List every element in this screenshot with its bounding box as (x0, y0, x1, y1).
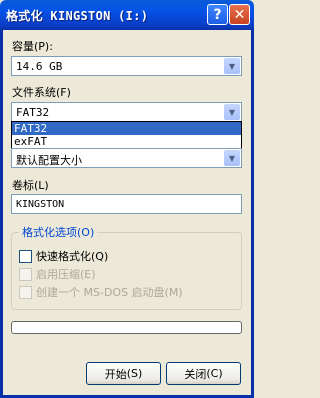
allocation-size-select[interactable]: 默认配置大小 ▼ (11, 148, 242, 168)
volume-label-text: 卷标 (12, 179, 34, 192)
compression-label: 启用压缩(E) (36, 266, 96, 282)
volume-label-mnemonic: (L) (34, 179, 49, 192)
msdos-startup-mnemonic: (M) (164, 286, 183, 299)
filesystem-option-exfat[interactable]: exFAT (12, 135, 241, 148)
filesystem-value: FAT32 (16, 106, 50, 119)
title-bar[interactable]: 格式化 KINGSTON (I:) ? ✕ (0, 0, 254, 30)
compression-mnemonic: (E) (80, 268, 96, 281)
capacity-label-text: 容量 (12, 40, 34, 53)
format-progress-bar (11, 321, 242, 334)
filesystem-select[interactable]: FAT32 ▼ (11, 102, 242, 122)
msdos-startup-checkbox (19, 285, 32, 299)
format-options-title-text: 格式化选项 (22, 226, 77, 239)
chevron-down-icon[interactable]: ▼ (224, 104, 240, 120)
format-options-mnemonic: (O) (77, 226, 95, 239)
quick-format-option[interactable]: 快速格式化(Q) (19, 248, 108, 264)
capacity-mnemonic: (P): (34, 40, 53, 53)
window-title: 格式化 KINGSTON (I:) (6, 9, 149, 23)
quick-format-mnemonic: (Q) (91, 250, 109, 263)
volume-label-field[interactable] (11, 194, 242, 214)
filesystem-mnemonic: (F) (56, 86, 71, 99)
volume-label-caption: 卷标(L) (12, 177, 49, 193)
close-button-mnemonic: (C) (206, 367, 223, 380)
close-window-button[interactable]: ✕ (229, 4, 250, 25)
window-frame-right (251, 30, 254, 398)
capacity-select[interactable]: 14.6 GB ▼ (11, 56, 242, 76)
msdos-startup-option: 创建一个 MS-DOS 启动盘(M) (19, 284, 183, 300)
compression-label-text: 启用压缩 (36, 268, 80, 281)
chevron-down-icon[interactable]: ▼ (224, 58, 240, 74)
close-icon: ✕ (233, 6, 246, 23)
start-button[interactable]: 开始 (S) (86, 362, 161, 385)
volume-label-input[interactable] (12, 195, 241, 213)
filesystem-option-fat32[interactable]: FAT32 (12, 122, 241, 135)
quick-format-label-text: 快速格式化 (36, 250, 91, 263)
start-button-mnemonic: (S) (126, 367, 143, 380)
quick-format-label: 快速格式化(Q) (36, 248, 108, 264)
allocation-size-value: 默认配置大小 (16, 154, 82, 167)
help-button[interactable]: ? (207, 4, 228, 25)
close-button-label: 关闭 (184, 367, 207, 381)
help-icon: ? (213, 6, 222, 23)
compression-option: 启用压缩(E) (19, 266, 96, 282)
start-button-label: 开始 (104, 367, 127, 381)
window-frame-left (0, 30, 3, 398)
filesystem-dropdown-list[interactable]: FAT32 exFAT (11, 121, 242, 149)
format-options-title: 格式化选项(O) (19, 224, 98, 240)
msdos-startup-label: 创建一个 MS-DOS 启动盘(M) (36, 284, 183, 300)
compression-checkbox (19, 267, 32, 281)
capacity-value: 14.6 GB (16, 60, 63, 73)
filesystem-label: 文件系统(F) (12, 84, 71, 100)
msdos-startup-label-text: 创建一个 MS-DOS 启动盘 (36, 286, 165, 299)
filesystem-label-text: 文件系统 (12, 86, 56, 99)
close-button[interactable]: 关闭 (C) (166, 362, 241, 385)
chevron-down-icon[interactable]: ▼ (224, 150, 240, 166)
quick-format-checkbox[interactable] (19, 249, 32, 263)
capacity-label: 容量(P): (12, 38, 53, 54)
